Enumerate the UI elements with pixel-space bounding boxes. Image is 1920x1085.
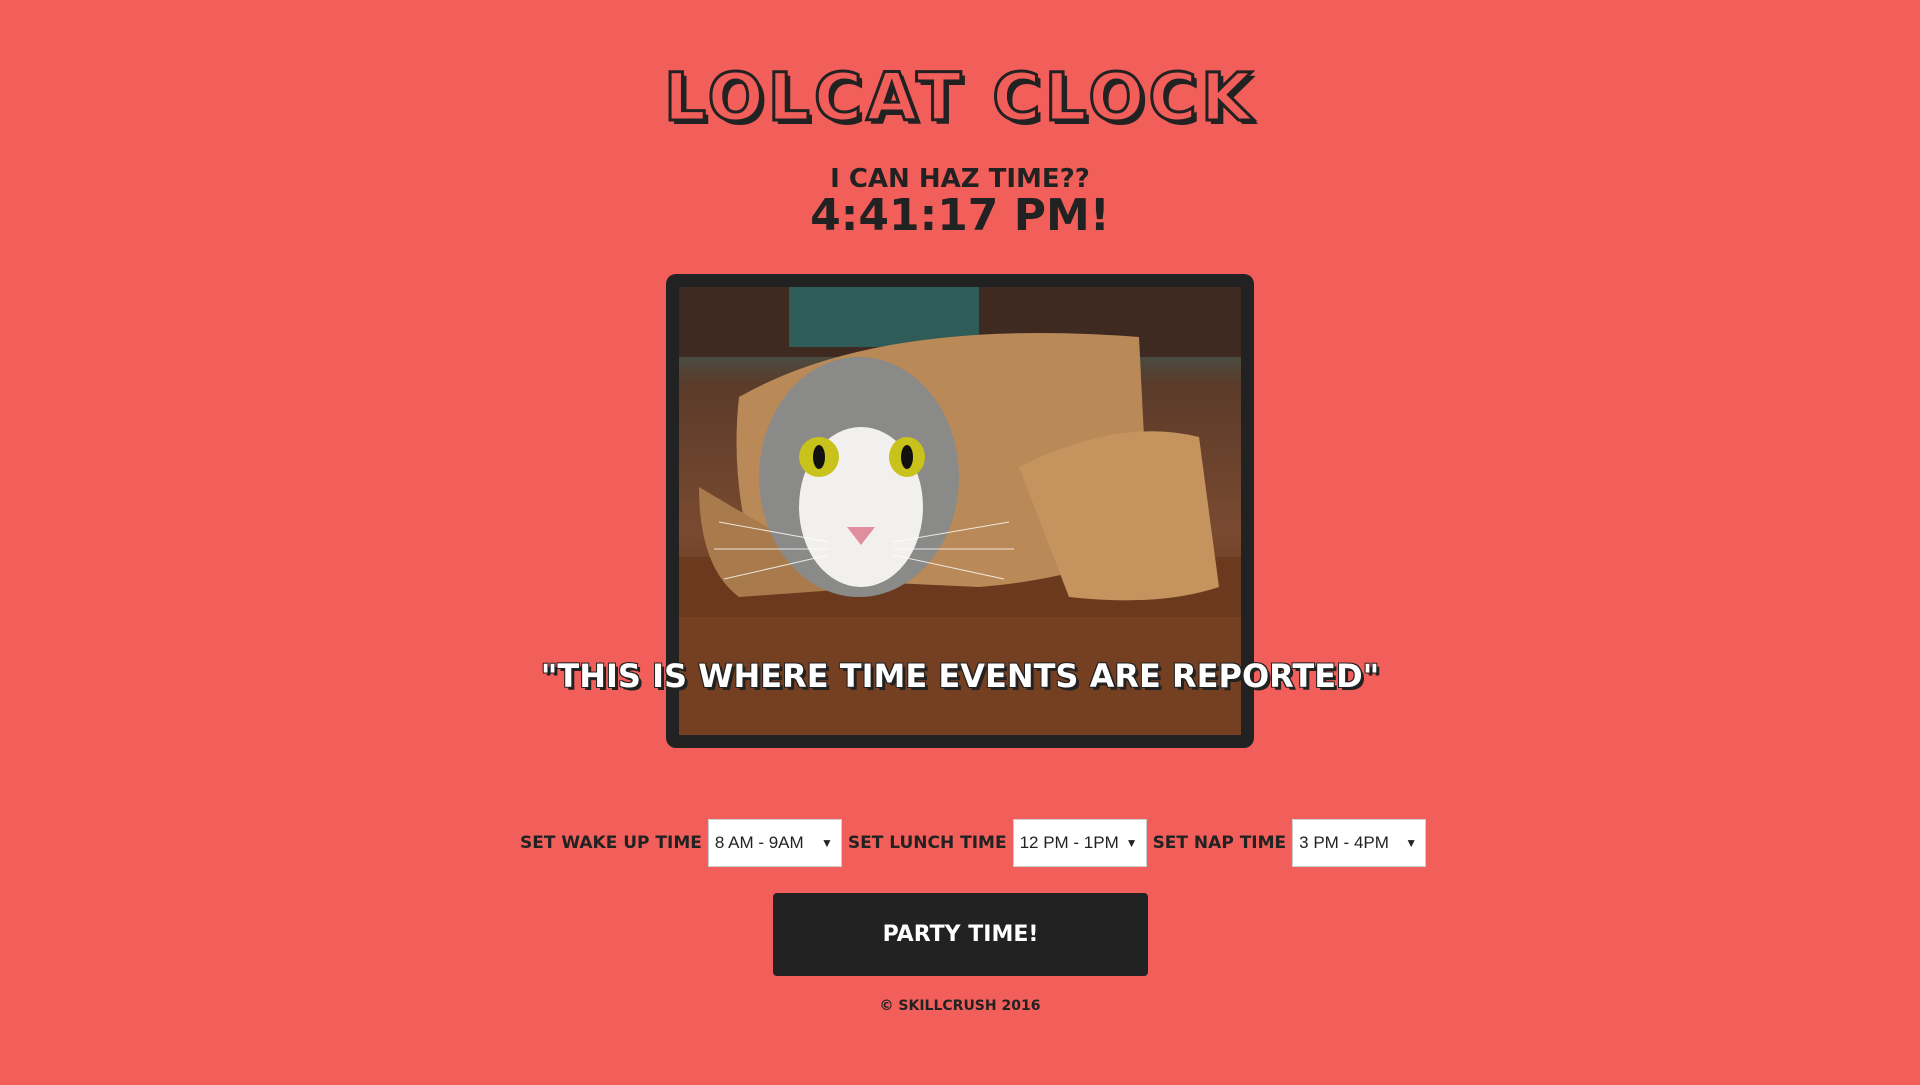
- nap-select[interactable]: 3 PM - 4PM ▼: [1292, 819, 1427, 867]
- lunch-select-value: 12 PM - 1PM: [1019, 833, 1119, 852]
- time-settings: SET WAKE UP TIME 8 AM - 9AM ▼ SET LUNCH …: [520, 819, 1432, 867]
- footer-copyright: © SKILLCRUSH 2016: [879, 998, 1041, 1014]
- party-time-button[interactable]: PARTY TIME!: [773, 893, 1148, 976]
- dropdown-arrow-icon: ▼: [820, 836, 833, 850]
- page-title: LOLCAT CLOCK: [662, 58, 1257, 138]
- wake-up-select[interactable]: 8 AM - 9AM ▼: [707, 819, 842, 867]
- lunch-select[interactable]: 12 PM - 1PM ▼: [1012, 819, 1147, 867]
- dropdown-arrow-icon: ▼: [1125, 836, 1138, 850]
- lunch-label: SET LUNCH TIME: [847, 833, 1007, 853]
- wake-up-select-value: 8 AM - 9AM: [714, 833, 804, 852]
- wake-up-label: SET WAKE UP TIME: [520, 833, 702, 853]
- clock-time: 4:41:17 PM!: [810, 190, 1110, 241]
- nap-select-value: 3 PM - 4PM: [1299, 833, 1389, 852]
- nap-label: SET NAP TIME: [1152, 833, 1287, 853]
- dropdown-arrow-icon: ▼: [1405, 836, 1418, 850]
- time-event-message: "THIS IS WHERE TIME EVENTS ARE REPORTED": [540, 657, 1380, 695]
